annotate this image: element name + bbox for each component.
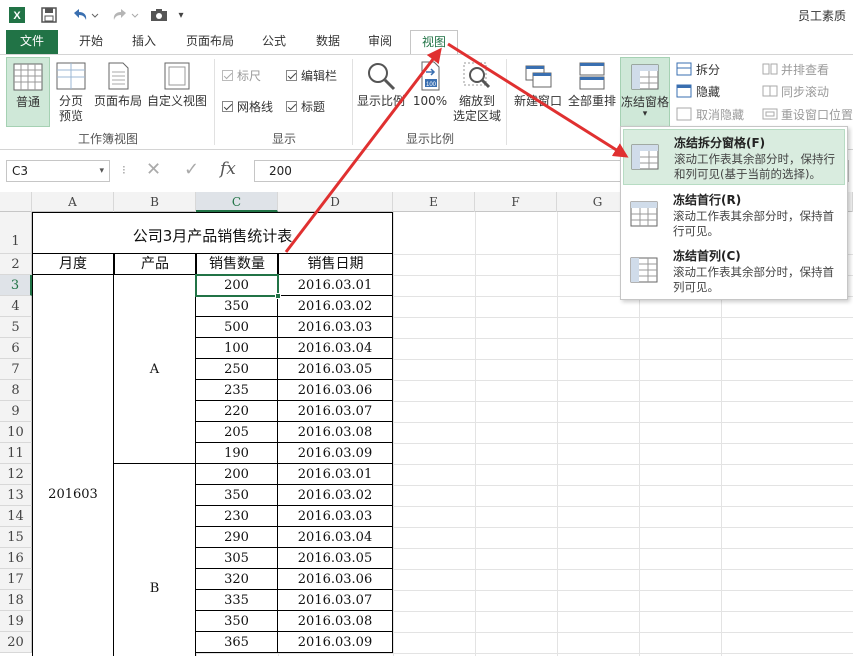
annotation-arrows [284, 42, 629, 253]
arrow-to-freeze-item [447, 42, 629, 158]
arrow-to-view-tab [284, 47, 442, 253]
